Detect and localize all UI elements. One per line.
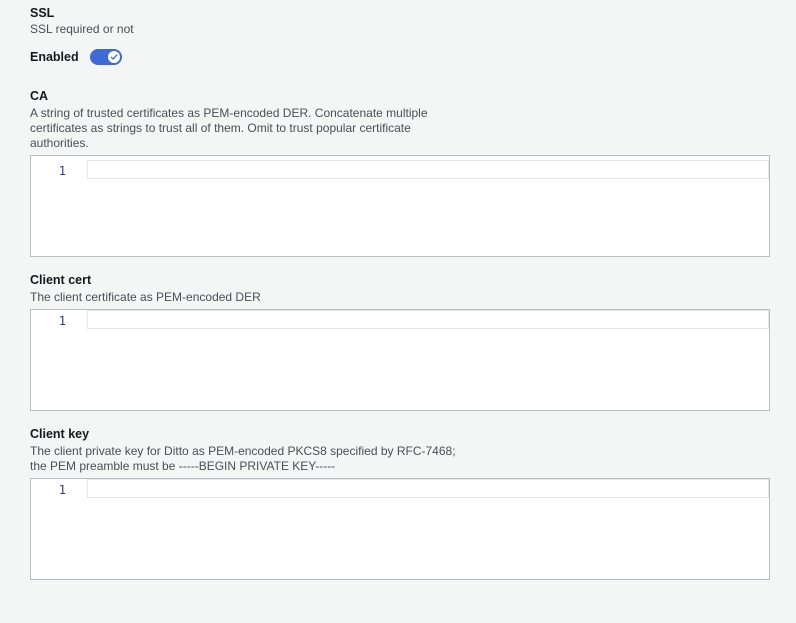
line-number: 1 — [58, 314, 66, 328]
ssl-toggle-label: Enabled — [30, 50, 79, 64]
client-cert-description: The client certificate as PEM-encoded DE… — [30, 290, 261, 304]
ssl-description: SSL required or not — [30, 22, 134, 36]
client-key-editor-line[interactable] — [87, 479, 769, 498]
line-number: 1 — [58, 483, 66, 497]
client-key-title: Client key — [30, 427, 90, 441]
ssl-title: SSL — [30, 6, 55, 20]
ca-editor-line[interactable] — [87, 160, 769, 179]
ssl-enabled-toggle[interactable] — [90, 49, 122, 65]
client-cert-title: Client cert — [30, 273, 92, 287]
check-icon — [110, 54, 118, 60]
ca-code-editor[interactable]: 1 — [30, 155, 770, 257]
ca-description-line: certificates as strings to trust all of … — [30, 121, 411, 135]
ca-title: CA — [30, 89, 49, 103]
client-key-description-line: the PEM preamble must be -----BEGIN PRIV… — [30, 459, 336, 473]
client-cert-code-editor[interactable]: 1 — [30, 309, 770, 411]
client-cert-editor-line[interactable] — [87, 310, 769, 329]
ca-description-line: A string of trusted certificates as PEM-… — [30, 106, 428, 120]
toggle-knob — [108, 51, 120, 63]
client-key-description-line: The client private key for Ditto as PEM-… — [30, 444, 456, 458]
ca-description-line: authorities. — [30, 136, 89, 150]
line-number: 1 — [58, 164, 66, 178]
client-key-code-editor[interactable]: 1 — [30, 478, 770, 580]
ssl-settings-form: SSL SSL required or not Enabled CA A str… — [0, 0, 796, 623]
